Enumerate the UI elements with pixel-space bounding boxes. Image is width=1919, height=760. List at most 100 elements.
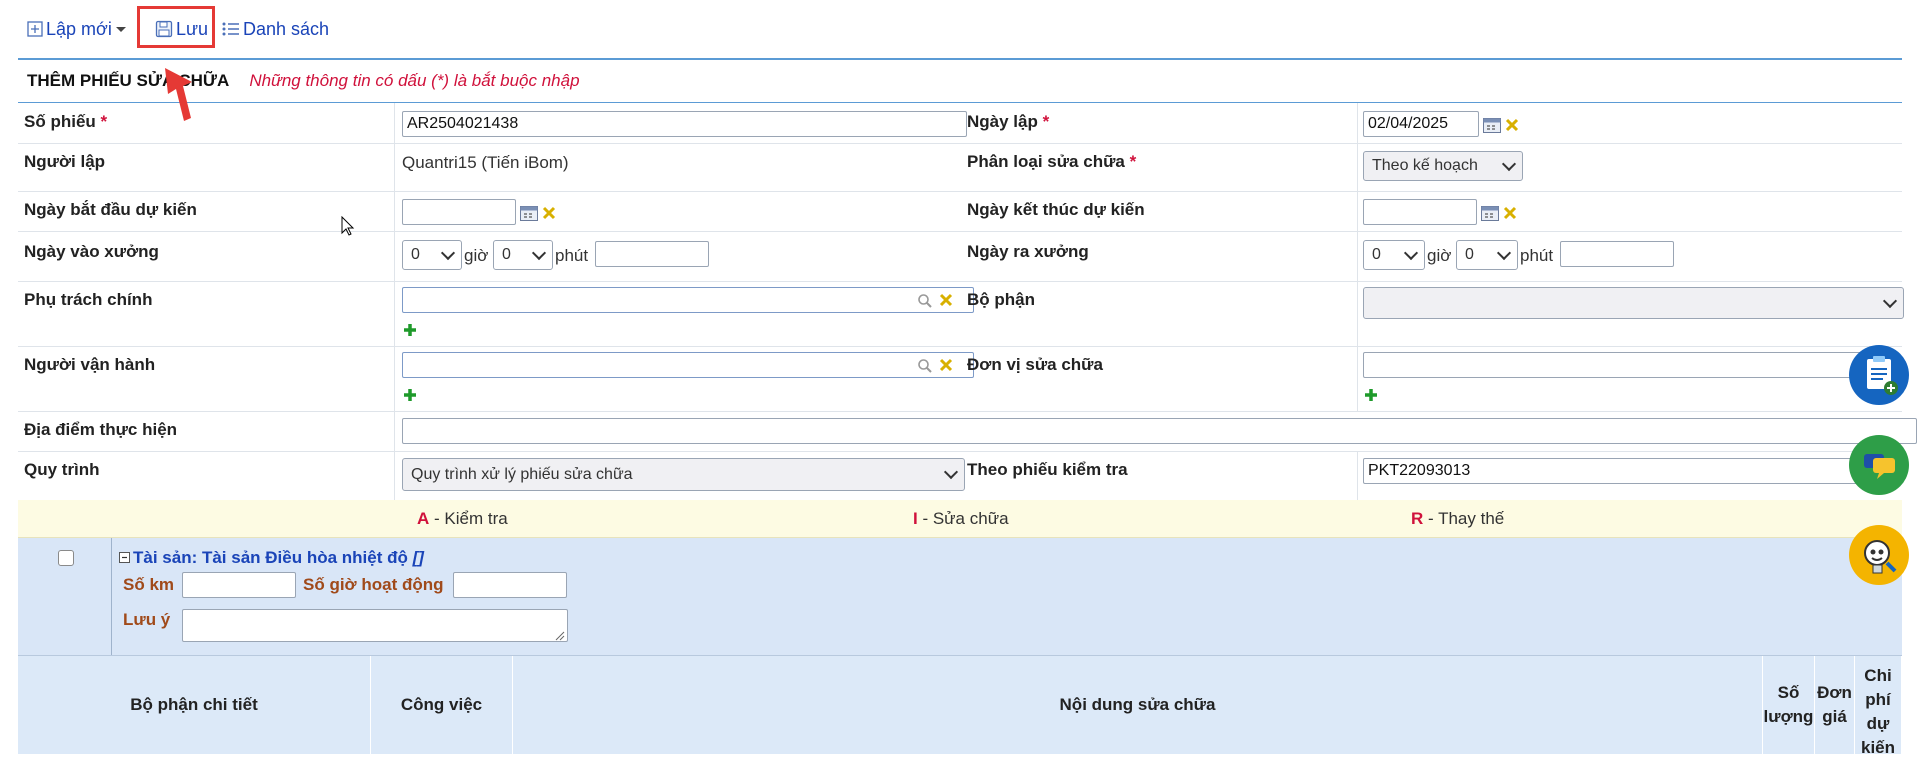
theo-phieu-kt-label: Theo phiếu kiểm tra bbox=[967, 460, 1128, 479]
search-icon[interactable] bbox=[917, 293, 933, 309]
quy-trinh-label: Quy trình bbox=[24, 460, 100, 479]
add-icon[interactable] bbox=[402, 387, 418, 403]
clear-icon[interactable] bbox=[1503, 206, 1517, 220]
ngay-ket-thuc-input[interactable] bbox=[1363, 199, 1477, 225]
calendar-icon[interactable] bbox=[1481, 205, 1499, 221]
clear-icon[interactable] bbox=[1505, 118, 1519, 132]
so-gio-input[interactable] bbox=[453, 572, 567, 598]
add-document-fab[interactable] bbox=[1849, 345, 1909, 405]
col-bo-phan-chi-tiet: Bộ phận chi tiết bbox=[18, 656, 371, 754]
dia-diem-input[interactable] bbox=[402, 418, 1917, 444]
ngay-vao-xuong-date[interactable] bbox=[595, 241, 709, 267]
hour-unit: giờ bbox=[1427, 246, 1452, 265]
luu-y-textarea[interactable] bbox=[182, 609, 568, 642]
toolbar: Lập mới Lưu Danh sách bbox=[0, 0, 1919, 56]
clear-icon[interactable] bbox=[939, 293, 953, 307]
list-button[interactable]: Danh sách bbox=[222, 14, 329, 44]
hour-unit: giờ bbox=[464, 246, 489, 265]
quy-trinh-select[interactable]: Quy trình xử lý phiếu sửa chữa bbox=[402, 458, 965, 491]
legend-item-r: R - Thay thế bbox=[1411, 509, 1505, 528]
row-nguoi-van-hanh: Người vận hành Đơn vị sửa chữa bbox=[18, 346, 1902, 412]
chevron-down-icon bbox=[943, 464, 959, 480]
mouse-cursor-icon bbox=[341, 216, 355, 236]
save-highlight-box bbox=[137, 6, 215, 48]
minute-unit: phút bbox=[1520, 246, 1554, 265]
phan-loai-label: Phân loại sửa chữa * bbox=[967, 152, 1137, 171]
theo-phieu-kt-input[interactable]: PKT22093013 bbox=[1363, 458, 1883, 484]
don-vi-input[interactable] bbox=[1363, 352, 1883, 378]
asset-title[interactable]: Tài sản: Tài sản Điều hòa nhiệt độ [] bbox=[119, 548, 424, 568]
new-button[interactable]: Lập mới bbox=[27, 14, 130, 44]
row-phu-trach: Phụ trách chính Bộ phận bbox=[18, 281, 1904, 347]
form-title: THÊM PHIẾU SỬA CHỮA bbox=[27, 71, 230, 90]
asset-section: Tài sản: Tài sản Điều hòa nhiệt độ [] Số… bbox=[18, 538, 1902, 656]
chevron-down-icon bbox=[1501, 156, 1517, 171]
row-nguoi-lap: Người lập Quantri15 (Tiến iBom) Phân loạ… bbox=[18, 143, 1902, 192]
list-icon bbox=[222, 22, 239, 36]
chevron-down-icon bbox=[1882, 293, 1898, 308]
bo-phan-label: Bộ phận bbox=[967, 290, 1035, 309]
chevron-down-icon bbox=[531, 245, 547, 260]
col-chi-phi: Chi phí dự kiến bbox=[1855, 656, 1902, 757]
clear-icon[interactable] bbox=[939, 358, 953, 372]
phan-loai-select[interactable]: Theo kế hoạch bbox=[1363, 151, 1523, 181]
calendar-icon[interactable] bbox=[520, 205, 538, 221]
ngay-ra-xuong-label: Ngày ra xưởng bbox=[967, 242, 1089, 261]
row-so-phieu: Số phiếu * AR2504021438 Ngày lập * 02/04… bbox=[18, 103, 1902, 144]
row-ngay-du-kien: Ngày bắt đầu dự kiến Ngày kết thúc dự ki… bbox=[18, 191, 1902, 232]
chat-fab[interactable] bbox=[1849, 435, 1909, 495]
new-button-label: Lập mới bbox=[46, 18, 112, 39]
ngay-vao-xuong-label: Ngày vào xưởng bbox=[24, 242, 159, 261]
so-km-input[interactable] bbox=[182, 572, 296, 598]
vao-minute-select[interactable]: 0 bbox=[493, 240, 553, 270]
list-button-label: Danh sách bbox=[243, 18, 330, 39]
legend-item-i: I - Sửa chữa bbox=[913, 509, 1009, 528]
form-header: THÊM PHIẾU SỬA CHỮA Những thông tin có d… bbox=[18, 60, 1902, 103]
vao-hour-select[interactable]: 0 bbox=[402, 240, 462, 270]
resize-handle-icon[interactable] bbox=[554, 630, 565, 641]
so-km-label: Số km bbox=[123, 575, 175, 594]
dia-diem-label: Địa điểm thực hiện bbox=[24, 420, 178, 439]
add-icon[interactable] bbox=[402, 322, 418, 338]
so-phieu-label: Số phiếu * bbox=[24, 112, 108, 131]
phu-trach-input[interactable] bbox=[402, 287, 974, 313]
collapse-icon[interactable] bbox=[119, 552, 130, 563]
calendar-icon[interactable] bbox=[1483, 117, 1501, 133]
nguoi-van-hanh-input[interactable] bbox=[402, 352, 974, 378]
asset-checkbox[interactable] bbox=[58, 550, 74, 566]
minute-unit: phút bbox=[555, 246, 589, 265]
don-vi-label: Đơn vị sửa chữa bbox=[967, 355, 1103, 374]
ra-hour-select[interactable]: 0 bbox=[1363, 240, 1425, 270]
clipboard-add-icon bbox=[1867, 356, 1898, 395]
search-icon[interactable] bbox=[917, 358, 933, 374]
legend-bar: A - Kiểm tra I - Sửa chữa R - Thay thế bbox=[18, 500, 1902, 538]
ngay-bat-dau-input[interactable] bbox=[402, 199, 516, 225]
ra-minute-select[interactable]: 0 bbox=[1456, 240, 1518, 270]
ngay-bat-dau-label: Ngày bắt đầu dự kiến bbox=[24, 200, 197, 219]
row-quy-trinh: Quy trình Quy trình xử lý phiếu sửa chữa… bbox=[18, 451, 1902, 500]
so-gio-label: Số giờ hoạt động bbox=[303, 575, 444, 594]
robot-icon bbox=[1864, 540, 1897, 574]
chat-icon bbox=[1864, 454, 1895, 479]
chevron-down-icon bbox=[440, 245, 456, 260]
plus-square-icon bbox=[27, 21, 43, 37]
col-noi-dung: Nội dung sửa chữa bbox=[513, 656, 1763, 754]
col-so-luong: Số lượng bbox=[1763, 656, 1815, 754]
row-dia-diem: Địa điểm thực hiện bbox=[18, 411, 1917, 452]
bo-phan-select[interactable] bbox=[1363, 287, 1904, 319]
col-cong-viec: Công việc bbox=[371, 656, 513, 754]
chevron-down-icon bbox=[1403, 245, 1419, 260]
clear-icon[interactable] bbox=[542, 206, 556, 220]
ngay-lap-label: Ngày lập * bbox=[967, 112, 1050, 131]
add-icon[interactable] bbox=[1363, 387, 1379, 403]
nguoi-lap-label: Người lập bbox=[24, 152, 106, 171]
ngay-ra-xuong-date[interactable] bbox=[1560, 241, 1674, 267]
so-phieu-input[interactable]: AR2504021438 bbox=[402, 111, 967, 137]
nguoi-van-hanh-label: Người vận hành bbox=[24, 355, 156, 374]
luu-y-label: Lưu ý bbox=[123, 610, 171, 629]
support-bot-fab[interactable] bbox=[1849, 525, 1909, 585]
ngay-lap-input[interactable]: 02/04/2025 bbox=[1363, 111, 1479, 137]
nguoi-lap-value: Quantri15 (Tiến iBom) bbox=[402, 153, 569, 172]
chevron-down-icon bbox=[1496, 245, 1512, 260]
required-note: Những thông tin có dấu (*) là bắt buộc n… bbox=[249, 71, 580, 90]
